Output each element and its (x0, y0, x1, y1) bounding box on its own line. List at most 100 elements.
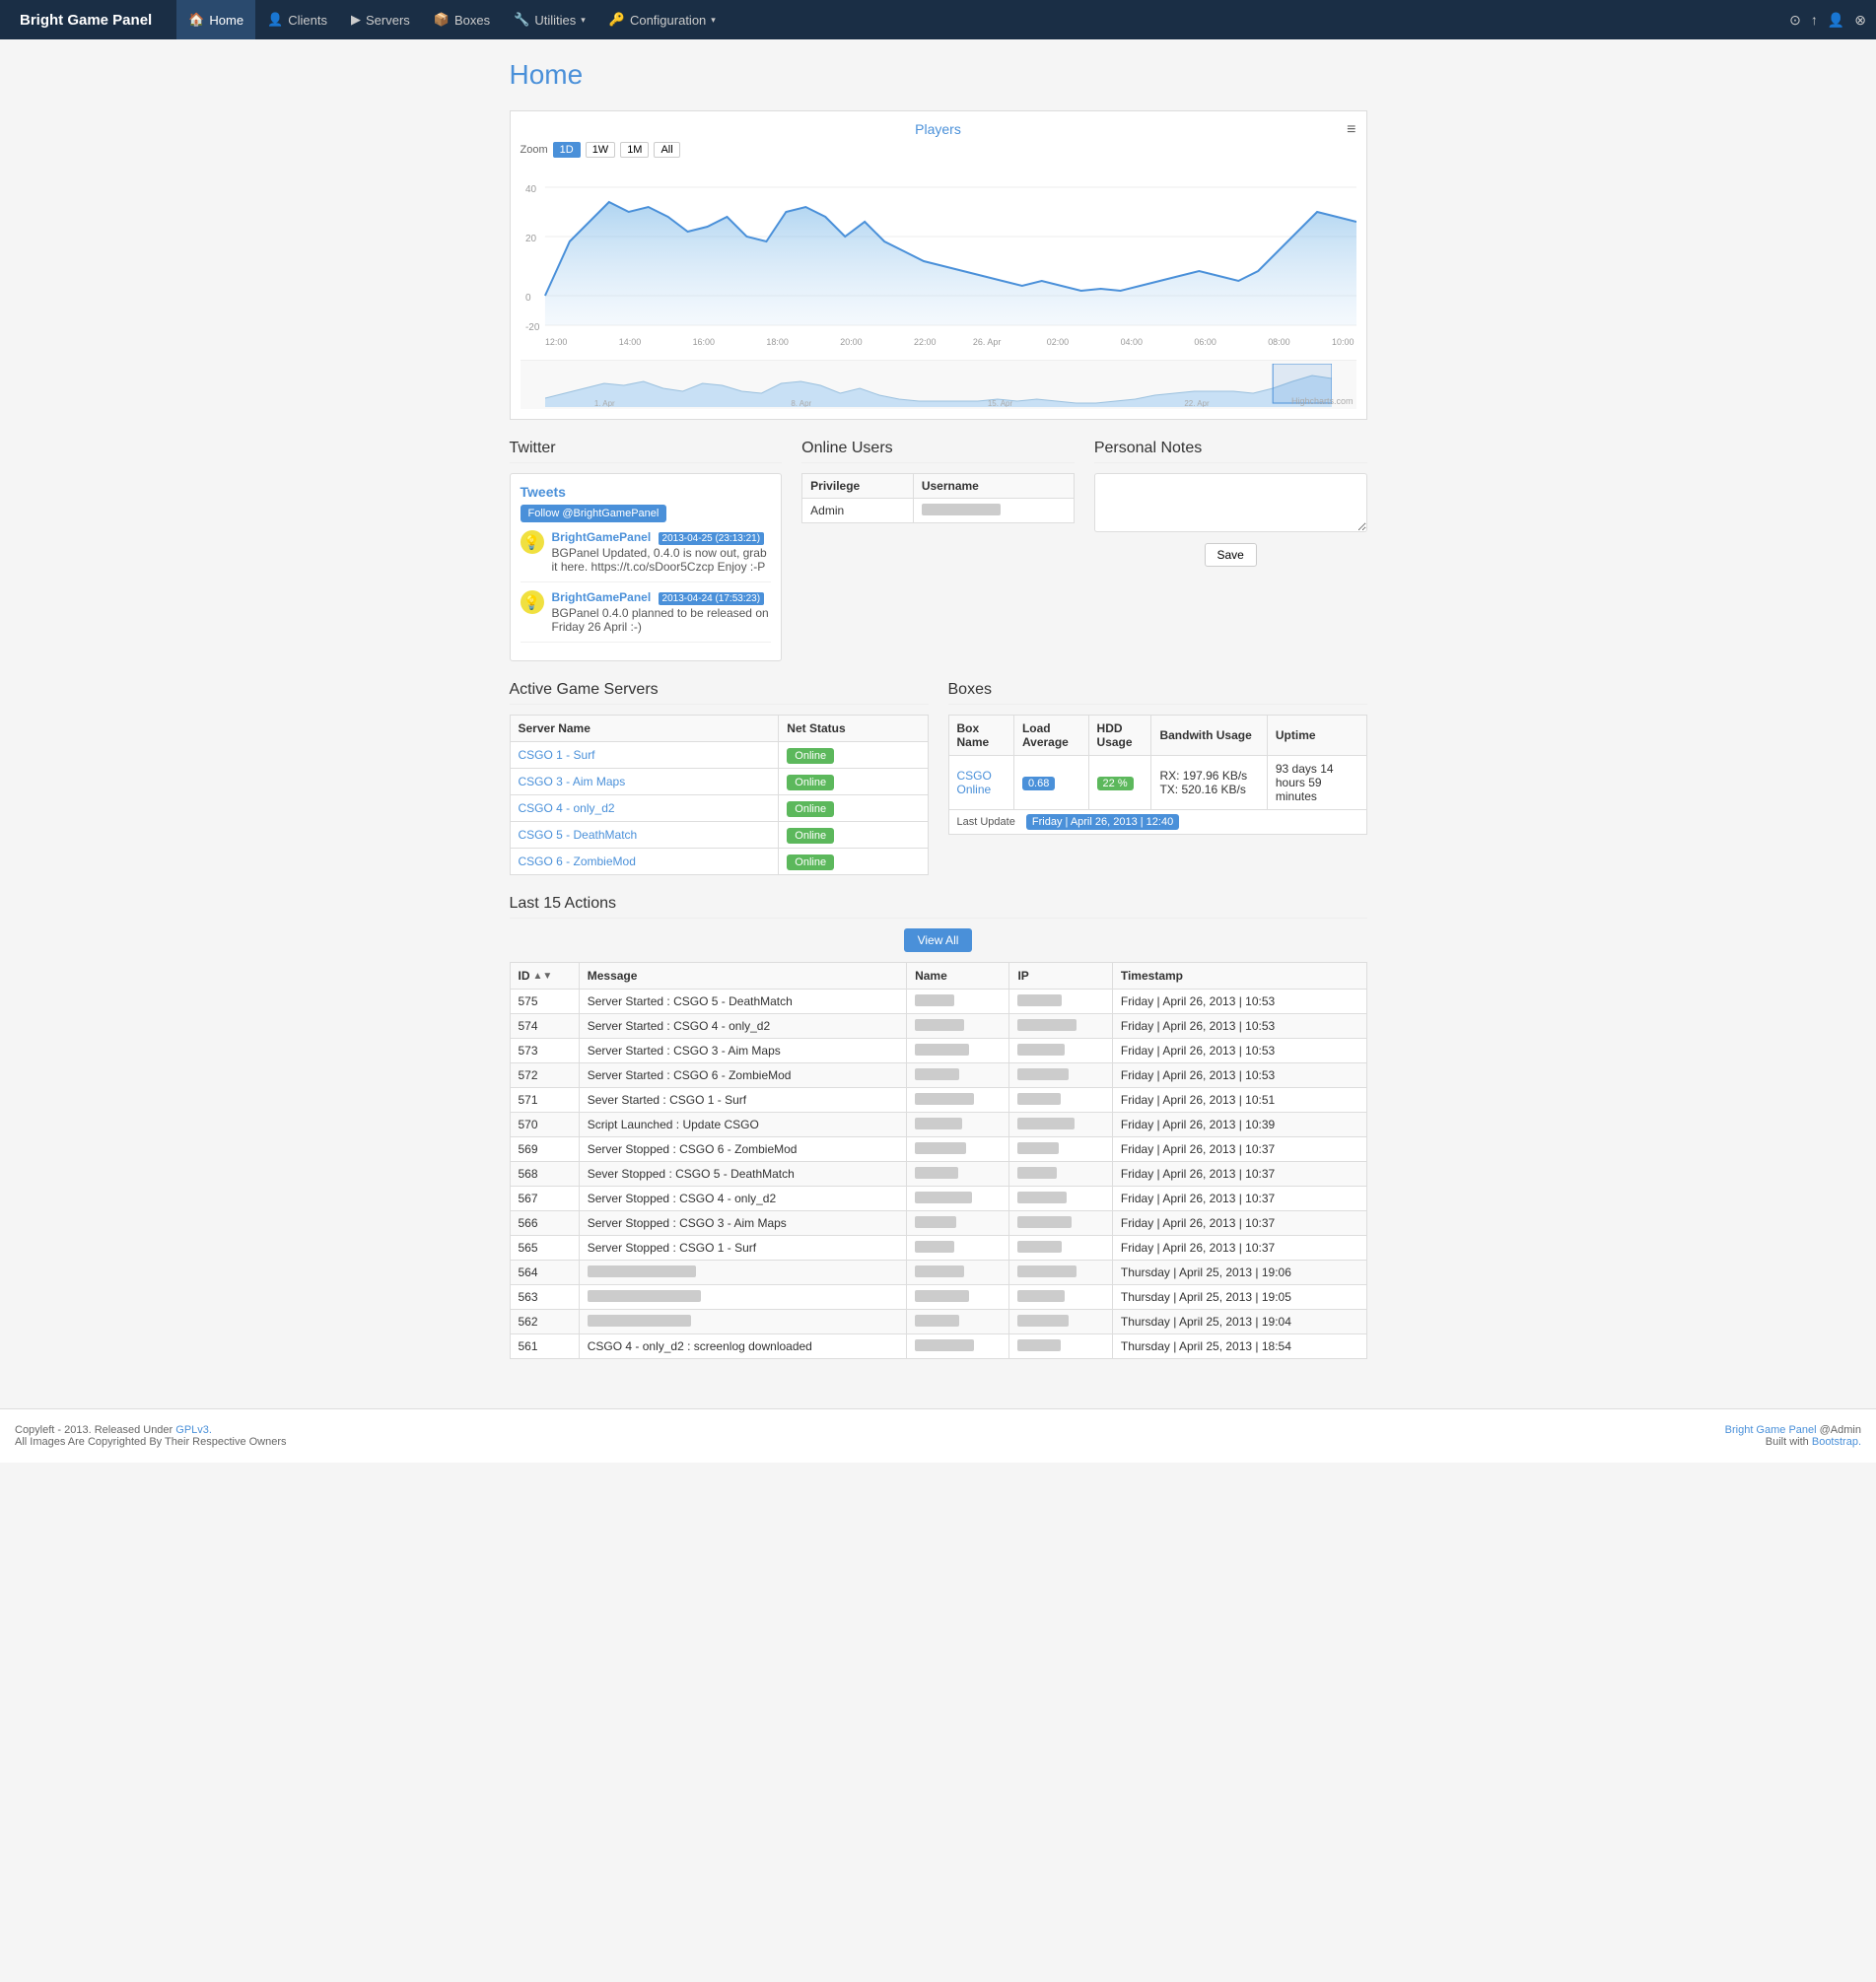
server-name-link[interactable]: CSGO 3 - Aim Maps (519, 775, 626, 788)
message-cell: Server Stopped : CSGO 1 - Surf (588, 1241, 756, 1255)
ip-cell (1009, 1113, 1112, 1137)
status-badge: Online (787, 748, 834, 764)
server-name-link[interactable]: CSGO 6 - ZombieMod (519, 854, 636, 868)
chart-menu-icon[interactable]: ≡ (1347, 121, 1355, 139)
chart-zoom: Zoom 1D 1W 1M All (521, 142, 1356, 158)
message-cell (579, 1261, 906, 1285)
zoom-all-button[interactable]: All (654, 142, 679, 158)
ip-cell (1009, 1063, 1112, 1088)
nav-servers[interactable]: ▶ Servers (339, 0, 422, 39)
server-name-link[interactable]: CSGO 1 - Surf (519, 748, 595, 762)
bootstrap-link[interactable]: Bootstrap. (1812, 1436, 1861, 1448)
action-row: 569 Server Stopped : CSGO 6 - ZombieMod … (510, 1137, 1366, 1162)
action-row: 567 Server Stopped : CSGO 4 - only_d2 Fr… (510, 1187, 1366, 1211)
timestamp-cell: Friday | April 26, 2013 | 10:53 (1112, 1063, 1366, 1088)
svg-text:06:00: 06:00 (1194, 337, 1216, 347)
twitter-title: Twitter (510, 440, 783, 463)
svg-text:40: 40 (524, 184, 536, 195)
tweet-text: BGPanel Updated, 0.4.0 is now out, grab … (552, 546, 772, 574)
follow-button[interactable]: Follow @BrightGamePanel (521, 505, 667, 522)
zoom-1m-button[interactable]: 1M (620, 142, 649, 158)
nav-configuration[interactable]: 🔑 Configuration ▾ (597, 0, 728, 39)
id-cell: 565 (510, 1236, 579, 1261)
hdd-usage-badge: 22 % (1097, 777, 1134, 790)
message-cell: Sever Stopped : CSGO 5 - DeathMatch (579, 1162, 906, 1187)
svg-text:26. Apr: 26. Apr (972, 337, 1000, 347)
notification-icon[interactable]: ⊙ (1789, 12, 1801, 29)
view-all-button[interactable]: View All (904, 928, 973, 952)
ip-col-header: IP (1009, 963, 1112, 990)
action-row: 564 Thursday | April 25, 2013 | 19:06 (510, 1261, 1366, 1285)
tweet-text: BGPanel 0.4.0 planned to be released on … (552, 606, 772, 634)
name-cell (907, 1113, 1009, 1137)
message-cell: Server Started : CSGO 5 - DeathMatch (579, 990, 906, 1014)
tweet-avatar: 💡 (521, 590, 544, 614)
ip-cell (1009, 1236, 1112, 1261)
svg-text:16:00: 16:00 (692, 337, 714, 347)
message-cell: Server Started : CSGO 3 - Aim Maps (579, 1039, 906, 1063)
name-cell (907, 1211, 1009, 1236)
message-cell: Server Stopped : CSGO 3 - Aim Maps (588, 1216, 787, 1230)
active-servers-section: Active Game Servers Server Name Net Stat… (510, 681, 929, 875)
nav-utilities[interactable]: 🔧 Utilities ▾ (502, 0, 597, 39)
server-row: CSGO 3 - Aim Maps Online (510, 769, 928, 795)
power-icon[interactable]: ⊗ (1854, 12, 1866, 29)
message-col-header: Message (579, 963, 906, 990)
online-users-table: Privilege Username Admin (801, 473, 1075, 523)
zoom-label: Zoom (521, 144, 548, 156)
zoom-1w-button[interactable]: 1W (586, 142, 616, 158)
message-blurred (588, 1290, 701, 1302)
action-row: 572 Server Started : CSGO 6 - ZombieMod … (510, 1063, 1366, 1088)
actions-table: ID ▲▼ Message Name IP Timestamp 575 Serv… (510, 962, 1367, 1359)
message-cell: Server Stopped : CSGO 3 - Aim Maps (579, 1211, 906, 1236)
action-row: 563 Thursday | April 25, 2013 | 19:05 (510, 1285, 1366, 1310)
chevron-down-icon: ▾ (711, 15, 716, 26)
nav-boxes[interactable]: 📦 Boxes (422, 0, 502, 39)
uptime-cell: 93 days 14 hours 59 minutes (1267, 756, 1366, 810)
brand-link[interactable]: Bright Game Panel (1725, 1424, 1817, 1436)
upload-icon[interactable]: ↑ (1811, 12, 1818, 28)
last-update-value: Friday | April 26, 2013 | 12:40 (1026, 814, 1179, 830)
message-cell: Script Launched : Update CSGO (579, 1113, 906, 1137)
message-blurred (588, 1315, 691, 1327)
ip-cell (1009, 1334, 1112, 1359)
id-cell: 566 (510, 1211, 579, 1236)
navbar: Bright Game Panel 🏠 Home 👤 Clients ▶ Ser… (0, 0, 1876, 39)
name-col-header: Name (907, 963, 1009, 990)
svg-text:12:00: 12:00 (544, 337, 566, 347)
svg-text:1. Apr: 1. Apr (593, 399, 614, 407)
svg-text:22:00: 22:00 (914, 337, 936, 347)
server-name-link[interactable]: CSGO 4 - only_d2 (519, 801, 615, 815)
status-badge: Online (787, 775, 834, 790)
save-button[interactable]: Save (1205, 543, 1257, 567)
action-row: 568 Sever Stopped : CSGO 5 - DeathMatch … (510, 1162, 1366, 1187)
box-name-col: Box Name (948, 716, 1013, 756)
name-cell (907, 1162, 1009, 1187)
server-name-link[interactable]: CSGO 5 - DeathMatch (519, 828, 638, 842)
name-cell (907, 1187, 1009, 1211)
sort-icon[interactable]: ▲▼ (533, 971, 553, 982)
chart-area: 40 20 0 -20 12:00 (521, 163, 1356, 360)
username-col-header: Username (913, 474, 1074, 499)
timestamp-cell: Thursday | April 25, 2013 | 18:54 (1112, 1334, 1366, 1359)
tweet-date: 2013-04-25 (23:13:21) (659, 532, 765, 545)
svg-text:22. Apr: 22. Apr (1184, 399, 1210, 407)
username-cell (913, 499, 1074, 523)
nav-clients[interactable]: 👤 Clients (255, 0, 339, 39)
svg-text:20: 20 (524, 234, 536, 244)
personal-notes-textarea[interactable] (1094, 473, 1367, 532)
message-blurred (588, 1265, 696, 1277)
action-row: 575 Server Started : CSGO 5 - DeathMatch… (510, 990, 1366, 1014)
user-icon[interactable]: 👤 (1828, 12, 1844, 29)
zoom-1d-button[interactable]: 1D (553, 142, 581, 158)
box-name-link[interactable]: CSGO Online (957, 769, 992, 796)
box-row: CSGO Online 0.68 22 % RX: 197.96 KB/s TX… (948, 756, 1366, 810)
timestamp-col-header: Timestamp (1112, 963, 1366, 990)
name-cell (907, 1285, 1009, 1310)
footer: Copyleft - 2013. Released Under GPLv3. A… (0, 1408, 1876, 1463)
nav-home[interactable]: 🏠 Home (176, 0, 255, 39)
message-cell: Script Launched : Update CSGO (588, 1118, 759, 1131)
id-cell: 575 (510, 990, 579, 1014)
brand[interactable]: Bright Game Panel (10, 12, 162, 29)
gpl-link[interactable]: GPLv3. (175, 1424, 212, 1436)
